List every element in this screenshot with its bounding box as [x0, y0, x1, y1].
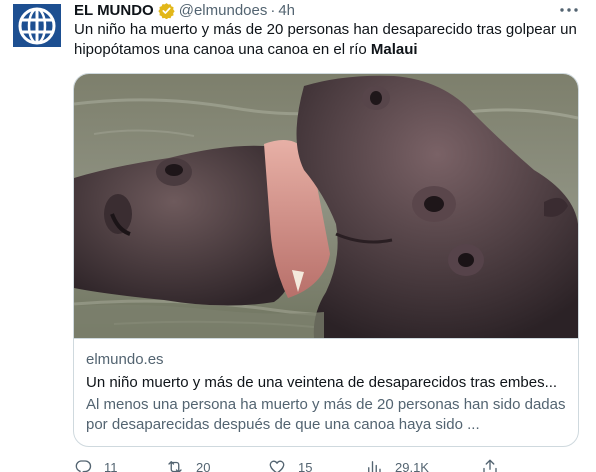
retweet-button[interactable]: 20 [166, 458, 210, 472]
tweet[interactable]: EL MUNDO @elmundoes · 4h Un niño ha muer… [0, 0, 596, 472]
more-dots-icon[interactable] [558, 2, 580, 18]
card-description[interactable]: Al menos una persona ha muerto y más de … [86, 395, 570, 435]
tweet-header: EL MUNDO @elmundoes · 4h [74, 0, 295, 20]
hippos-photo-icon [74, 74, 578, 338]
verified-badge-icon [158, 2, 175, 19]
tweet-text-body: Un niño ha muerto y más de 20 personas h… [74, 21, 577, 58]
heart-icon [269, 460, 285, 472]
globe-logo-icon [18, 7, 56, 44]
card-domain[interactable]: elmundo.es [86, 351, 164, 368]
tweet-actions: 11 20 15 29,1K [74, 458, 504, 472]
tweet-text: Un niño ha muerto y más de 20 personas h… [74, 20, 579, 60]
share-icon [483, 459, 497, 472]
retweet-icon [168, 461, 182, 472]
views-count: 29,1K [395, 459, 429, 472]
reply-icon [75, 460, 92, 472]
reply-count: 11 [104, 459, 118, 472]
link-card[interactable]: elmundo.es Un niño muerto y más de una v… [73, 73, 579, 447]
like-count: 15 [298, 459, 313, 472]
like-button[interactable]: 15 [268, 458, 312, 472]
card-divider [74, 338, 578, 339]
analytics-icon [368, 461, 381, 472]
tweet-text-bold: Malaui [370, 41, 418, 58]
timestamp[interactable]: 4h [278, 2, 295, 19]
author-name[interactable]: EL MUNDO [74, 2, 154, 19]
reply-button[interactable]: 11 [74, 458, 118, 472]
avatar[interactable] [13, 4, 61, 47]
author-handle[interactable]: @elmundoes [179, 2, 268, 19]
retweet-count: 20 [196, 459, 211, 472]
views-button[interactable]: 29,1K [365, 458, 429, 472]
card-title[interactable]: Un niño muerto y más de una veintena de … [86, 374, 570, 391]
card-image[interactable] [74, 74, 578, 338]
share-button[interactable] [481, 458, 499, 472]
separator: · [270, 1, 276, 19]
